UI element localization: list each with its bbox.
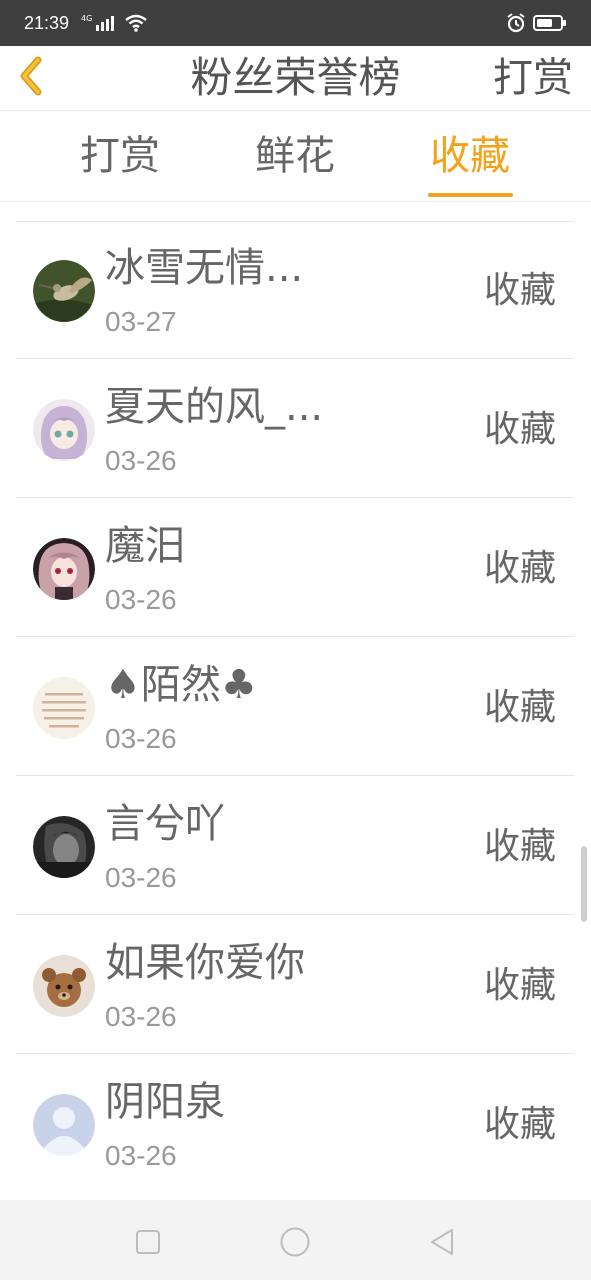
wifi-icon (124, 14, 148, 36)
square-recent-icon[interactable] (128, 1222, 168, 1262)
item-date: 03-26 (105, 445, 177, 476)
grayscale-person-avatar-icon[interactable] (33, 816, 95, 878)
user-name: 如果你爱你 (105, 940, 305, 986)
status-bar: 21:39 4G (0, 0, 591, 46)
user-name: 冰雪无情... (105, 245, 304, 291)
text-card-avatar-icon[interactable] (33, 677, 95, 739)
network-label: 4G (81, 14, 93, 23)
teddy-bear-avatar-icon[interactable] (33, 955, 95, 1017)
active-tab-indicator (428, 193, 513, 197)
item-date: 03-26 (105, 723, 177, 754)
item-date: 03-27 (105, 306, 177, 337)
item-action-label: 收藏 (483, 687, 556, 728)
triangle-back-icon[interactable] (422, 1222, 462, 1262)
item-date: 03-26 (105, 862, 177, 893)
item-action-label: 收藏 (483, 1104, 556, 1145)
list-item[interactable]: 夏天的风_... 03-26 收藏 (16, 361, 574, 498)
tab-flowers[interactable]: 鲜花 (205, 111, 385, 201)
fan-list: 冰雪无情... 03-27 收藏 夏天的风_... 03-26 收藏 魔汨 03… (0, 222, 591, 1184)
item-action-label: 收藏 (483, 548, 556, 589)
item-action-label: 收藏 (483, 409, 556, 450)
status-right-icons (505, 12, 567, 38)
item-date: 03-26 (105, 1140, 177, 1171)
tab-tip[interactable]: 打赏 (30, 111, 210, 201)
anime-purple-hair-avatar-icon[interactable] (33, 399, 95, 461)
header-tip-button[interactable]: 打赏 (493, 50, 573, 106)
item-date: 03-26 (105, 1001, 177, 1032)
user-name: ♠陌然♣ (105, 662, 257, 708)
user-name: 魔汨 (105, 523, 185, 569)
list-item[interactable]: 言兮吖 03-26 收藏 (16, 778, 574, 915)
list-item[interactable]: 冰雪无情... 03-27 收藏 (16, 222, 574, 359)
scrollbar[interactable] (581, 846, 587, 922)
battery-icon (533, 14, 567, 36)
user-name: 言兮吖 (105, 801, 225, 847)
item-action-label: 收藏 (483, 826, 556, 867)
user-name: 夏天的风_... (105, 384, 324, 430)
item-date: 03-26 (105, 584, 177, 615)
list-item[interactable]: 如果你爱你 03-26 收藏 (16, 917, 574, 1054)
status-time: 21:39 (24, 13, 70, 33)
default-user-avatar-icon[interactable] (33, 1094, 95, 1156)
item-action-label: 收藏 (483, 965, 556, 1006)
list-item[interactable]: 阴阳泉 03-26 收藏 (16, 1056, 574, 1184)
circle-home-icon[interactable] (275, 1222, 315, 1262)
app-header: 粉丝荣誉榜 打赏 (0, 46, 591, 111)
anime-dark-hair-avatar-icon[interactable] (33, 538, 95, 600)
list-item[interactable]: ♠陌然♣ 03-26 收藏 (16, 639, 574, 776)
system-navigation-bar (0, 1200, 591, 1280)
ranking-tabs: 打赏 鲜花 收藏 (0, 111, 591, 202)
user-name: 阴阳泉 (105, 1079, 225, 1125)
item-action-label: 收藏 (483, 270, 556, 311)
status-left-icons: 4G (81, 14, 148, 36)
list-item[interactable]: 魔汨 03-26 收藏 (16, 500, 574, 637)
hummingbird-avatar-icon[interactable] (33, 260, 95, 322)
tab-collect[interactable]: 收藏 (380, 111, 560, 201)
alarm-icon (505, 12, 527, 38)
signal-icon (96, 15, 118, 35)
